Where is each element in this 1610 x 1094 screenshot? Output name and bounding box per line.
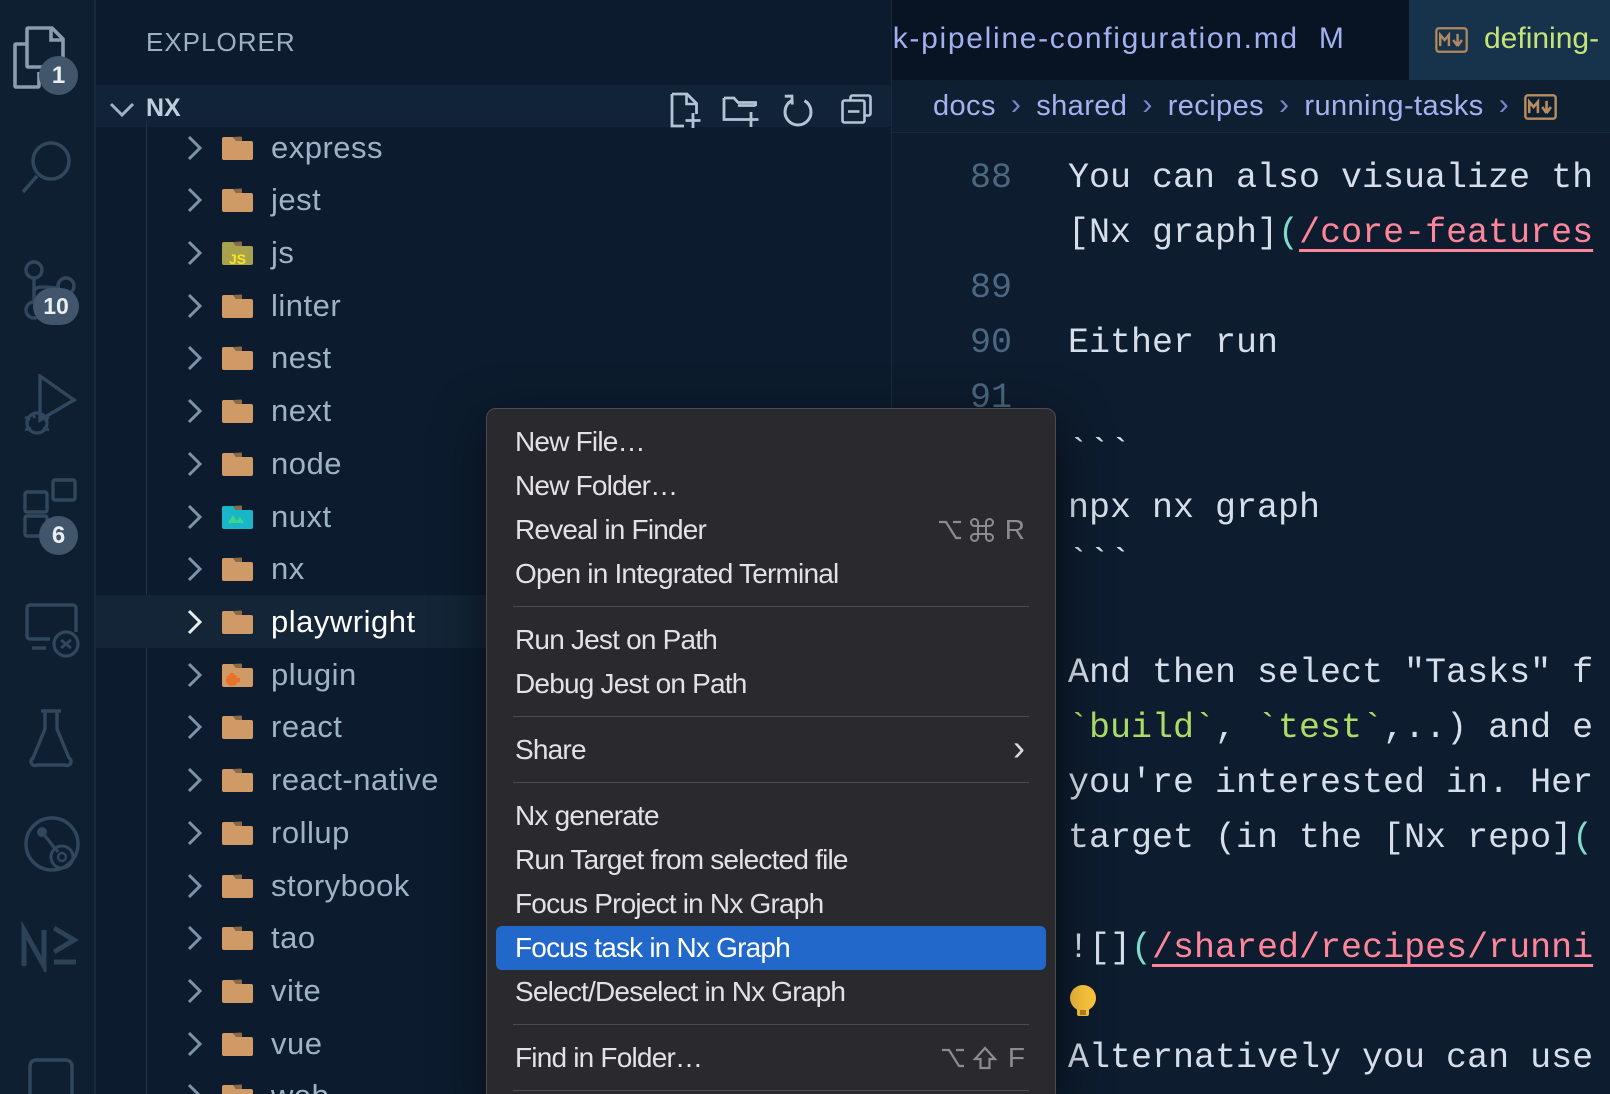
svg-text:JS: JS xyxy=(229,251,246,265)
